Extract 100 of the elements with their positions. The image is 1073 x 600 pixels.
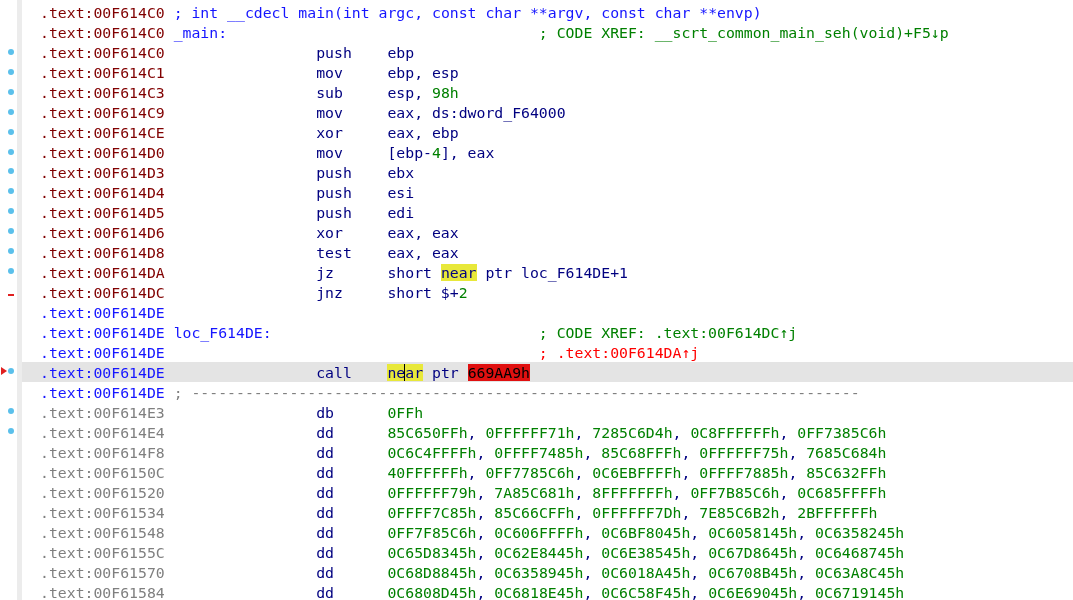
operand-text: eax, ebp [387,123,459,141]
mnemonic-text: dd [316,583,334,600]
breakpoint-dot-icon[interactable] [8,48,14,55]
operand-text: 0FFFF7C85h, 85C66CFFh, 0FFFFFF7Dh, 7E85C6B2h, 2BFFFFFFh [387,503,878,521]
mnemonic-text: dd [316,563,334,581]
breakpoint-dot-icon[interactable] [8,367,14,374]
address-text: .text:00F614DE [40,303,165,321]
mnemonic-text: dd [316,423,334,441]
address-text: .text:00F614C9 [40,103,165,121]
address-text: .text:00F61534 [40,503,165,521]
address-text: .text:00F614DE [40,323,165,341]
breakpoint-dot-icon[interactable] [8,228,14,235]
breakpoint-dot-icon[interactable] [8,168,14,175]
breakpoint-dot-icon[interactable] [8,88,14,95]
operand-text: eax, eax [387,243,459,261]
address-text: .text:00F614DE [40,343,165,361]
highlighted-text: ne [387,363,406,381]
address-text: .text:00F614C0 [40,23,165,41]
operand-text: esi [387,183,415,201]
breakpoint-dot-icon[interactable] [8,208,14,215]
address-text: .text:00F614F8 [40,443,165,461]
operand-text: 85C650FFh, 0FFFFFF71h, 7285C6D4h, 0C8FFFFFFh, 0FF7385C6h [387,423,887,441]
address-text: .text:00F614D4 [40,183,165,201]
address-text: .text:00F61520 [40,483,165,501]
operand-text: 40FFFFFFh, 0FF7785C6h, 0C6EBFFFFh, 0FFFF7885h, 85C632FFh [387,463,887,481]
mnemonic-text: xor [316,123,343,141]
mnemonic-text: db [316,403,334,421]
operand-text: 0C6808D45h, 0C6818E45h, 0C6C58F45h, 0C6E69045h, 0C6719145h [387,583,905,600]
breakpoint-dot-icon[interactable] [8,148,14,155]
operand-text: 0FF7F85C6h, 0C606FFFFh, 0C6BF8045h, 0C6058145h, 0C6358245h [387,523,905,541]
comment-text: ; .text:00F614DA↑j [538,343,700,361]
breakpoint-dot-icon[interactable] [8,427,14,434]
operand-text: short $+2 [387,283,468,301]
operand-text: ptr loc_F614DE+1 [485,263,628,281]
mnemonic-text: push [316,43,352,61]
address-text: .text:00F614DE [40,383,165,401]
address-text: .text:00F614D3 [40,163,165,181]
mnemonic-text: dd [316,463,334,481]
breakpoint-dot-icon[interactable] [8,128,14,135]
breakpoint-dot-icon[interactable] [8,188,14,195]
comment-text: ; CODE XREF: __scrt_common_main_seh(void)+F5↓p [538,23,949,41]
highlighted-text: near [440,263,477,281]
separator-comment: ; --------------------------------------------------------------------------- [173,383,860,401]
mnemonic-text: mov [316,143,343,161]
mnemonic-text: push [316,163,352,181]
operand-text: short [387,263,432,281]
address-text: .text:00F61548 [40,523,165,541]
breakpoint-dot-icon[interactable] [8,108,14,115]
comment-text: ; CODE XREF: .text:00F614DC↑j [538,323,798,341]
mnemonic-text: jz [316,263,334,281]
address-text: .text:00F614DC [40,283,165,301]
mnemonic-text: dd [316,483,334,501]
mnemonic-text: sub [316,83,343,101]
comment-text: ; int __cdecl main(int argc, const char **argv, const char **envp) [173,3,762,21]
highlighted-text: ar [405,363,424,381]
mnemonic-text: mov [316,63,343,81]
address-text: .text:00F614D5 [40,203,165,221]
mnemonic-text: push [316,203,352,221]
mnemonic-text: jnz [316,283,343,301]
address-text: .text:00F614D8 [40,243,165,261]
address-text: .text:00F614C1 [40,63,165,81]
mnemonic-text: dd [316,443,334,461]
operand-text: [ebp-4], eax [387,143,495,161]
operand-text: ptr [432,363,459,381]
breakpoint-dot-icon[interactable] [8,248,14,255]
breakpoint-dot-icon[interactable] [8,407,14,414]
label-text: loc_F614DE: [173,323,272,341]
error-operand: 669AA9h [467,363,530,381]
address-text: .text:00F614E4 [40,423,165,441]
address-text: .text:00F614D0 [40,143,165,161]
mnemonic-text: dd [316,523,334,541]
label-text: _main: [173,23,228,41]
mnemonic-text: call [316,363,352,381]
mnemonic-text: test [316,243,352,261]
breakpoint-dot-icon[interactable] [8,268,14,275]
mnemonic-text: mov [316,103,343,121]
operand-text: ebp, esp [387,63,459,81]
operand-text: 0FFFFFF79h, 7A85C681h, 8FFFFFFFh, 0FF7B85C6h, 0C685FFFFh [387,483,887,501]
operand-text: eax, eax [387,223,459,241]
mnemonic-text: dd [316,503,334,521]
operand-text: ebp [387,43,415,61]
operand-text: ebx [387,163,415,181]
operand-text: esp, 98h [387,83,459,101]
operand-text: 0FFh [387,403,424,421]
address-text: .text:00F614C3 [40,83,165,101]
operand-text: 0C68D8845h, 0C6358945h, 0C6018A45h, 0C6708B45h, 0C63A8C45h [387,563,905,581]
breakpoint-dot-icon[interactable] [8,68,14,75]
mnemonic-text: xor [316,223,343,241]
address-text: .text:00F614CE [40,123,165,141]
mnemonic-text: push [316,183,352,201]
address-text: .text:00F614DE [40,363,165,381]
operand-text: 0C6C4FFFFh, 0FFFF7485h, 85C68FFFh, 0FFFFFF75h, 7685C684h [387,443,887,461]
address-text: .text:00F614D6 [40,223,165,241]
address-text: .text:00F6155C [40,543,165,561]
address-text: .text:00F6150C [40,463,165,481]
mnemonic-text: dd [316,543,334,561]
address-text: .text:00F614C0 [40,43,165,61]
address-text: .text:00F614E3 [40,403,165,421]
address-text: .text:00F614C0 [40,3,165,21]
operand-text: edi [387,203,415,221]
